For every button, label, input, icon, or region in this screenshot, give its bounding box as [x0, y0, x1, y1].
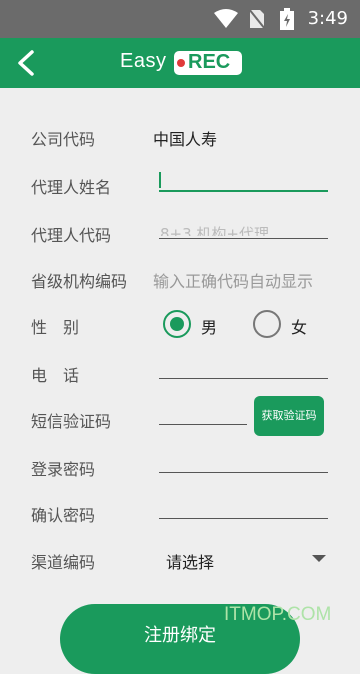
- watermark: ITMOP.COM: [224, 604, 332, 625]
- get-code-button[interactable]: 获取验证码: [254, 396, 324, 436]
- province-org-code-label: 省级机构编码: [31, 272, 128, 291]
- agent-code-input[interactable]: [159, 238, 328, 239]
- phone-input[interactable]: [159, 378, 328, 379]
- channel-code-label: 渠道编码: [31, 553, 96, 572]
- back-button[interactable]: [12, 46, 46, 80]
- logo-easy: Easy: [120, 50, 167, 72]
- battery-charging-icon: [280, 8, 294, 34]
- wifi-icon: [214, 8, 238, 34]
- sms-code-input[interactable]: [159, 424, 247, 425]
- confirm-password-input[interactable]: [159, 518, 328, 519]
- row-channel-code[interactable]: 渠道编码 请选择: [0, 541, 360, 581]
- agent-code-label: 代理人代码: [31, 226, 112, 245]
- login-password-label: 登录密码: [31, 460, 96, 479]
- gender-female-label[interactable]: 女: [291, 314, 307, 338]
- row-gender: 性 别 男 女: [0, 306, 360, 346]
- logo-rec: REC: [188, 51, 231, 73]
- agent-name-label: 代理人姓名: [31, 178, 112, 197]
- row-login-password[interactable]: 登录密码: [0, 448, 360, 488]
- row-confirm-password[interactable]: 确认密码: [0, 494, 360, 534]
- logo-rec-box: REC: [174, 51, 242, 75]
- dropdown-arrow-icon[interactable]: [312, 555, 326, 562]
- gender-label: 性 别: [31, 318, 80, 337]
- logo-dot: [177, 59, 185, 67]
- phone-label: 电 话: [31, 366, 80, 385]
- status-bar: 3:49: [0, 0, 360, 38]
- chevron-left-icon: [18, 50, 34, 76]
- province-org-code-hint: 输入正确代码自动显示: [153, 272, 314, 291]
- channel-code-select[interactable]: 请选择: [166, 549, 214, 573]
- row-agent-name[interactable]: 代理人姓名: [0, 166, 360, 206]
- company-code-value: 中国人寿: [153, 130, 218, 149]
- gender-female-radio[interactable]: [253, 310, 281, 338]
- no-sim-icon: [248, 8, 266, 34]
- app-bar: Easy REC: [0, 38, 360, 88]
- text-cursor: [159, 172, 161, 188]
- status-time: 3:49: [307, 8, 348, 29]
- row-phone[interactable]: 电 话: [0, 354, 360, 394]
- row-company-code: 公司代码 中国人寿: [0, 118, 360, 158]
- agent-name-input[interactable]: [159, 190, 328, 192]
- sms-code-label: 短信验证码: [31, 412, 112, 431]
- app-logo: Easy REC: [120, 50, 242, 76]
- gender-male-label[interactable]: 男: [201, 314, 217, 338]
- gender-male-radio[interactable]: [163, 310, 191, 338]
- row-province-org-code: 省级机构编码 输入正确代码自动显示: [0, 260, 360, 300]
- login-password-input[interactable]: [159, 472, 328, 473]
- row-agent-code[interactable]: 代理人代码 8+3.机构+代理: [0, 214, 360, 254]
- agent-code-placeholder: 8+3.机构+代理: [160, 225, 269, 236]
- company-code-label: 公司代码: [31, 130, 96, 149]
- confirm-password-label: 确认密码: [31, 506, 96, 525]
